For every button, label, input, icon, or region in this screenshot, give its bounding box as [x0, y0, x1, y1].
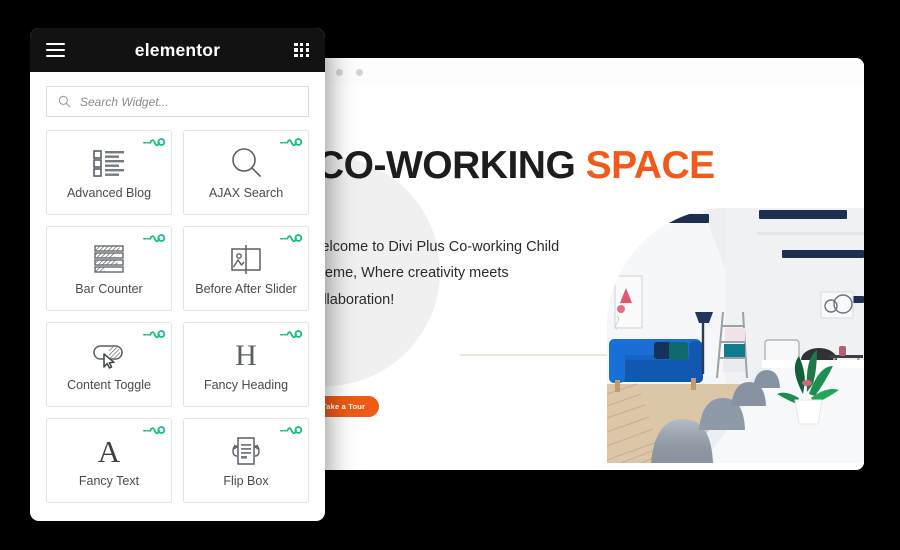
- browser-title-bar: [300, 58, 864, 86]
- svg-text:H: H: [235, 340, 257, 370]
- browser-preview-window: CO-WORKING SPACE Welcome to Divi Plus Co…: [300, 58, 864, 470]
- widget-card-advanced-blog[interactable]: Advanced Blog: [46, 130, 172, 215]
- image-compare-icon: [230, 242, 262, 274]
- widget-card-flip-box[interactable]: Flip Box: [183, 418, 309, 503]
- widget-label: Bar Counter: [75, 281, 143, 296]
- widget-label: Flip Box: [223, 473, 269, 488]
- letter-h-icon: H: [231, 338, 261, 370]
- grid-cell: [294, 42, 298, 47]
- search-section: [30, 72, 325, 123]
- svg-text:A: A: [98, 436, 121, 466]
- window-dot-maximize[interactable]: [356, 69, 363, 76]
- widget-label: AJAX Search: [208, 185, 284, 200]
- grid-cell: [300, 53, 304, 58]
- widget-card-bar-counter[interactable]: Bar Counter: [46, 226, 172, 311]
- elementor-widget-panel: elementor Search Widget... Advanced Blog…: [30, 28, 325, 521]
- office-photo: [607, 208, 864, 463]
- widget-label: Fancy Text: [78, 473, 140, 488]
- toggle-cursor-icon: [92, 338, 126, 370]
- window-dot-minimize[interactable]: [336, 69, 343, 76]
- hero-title-main: CO-WORKING: [316, 144, 576, 187]
- hamburger-line: [46, 43, 65, 46]
- letter-a-icon: A: [94, 434, 124, 466]
- widget-card-content-toggle[interactable]: Content Toggle: [46, 322, 172, 407]
- hamburger-icon[interactable]: [46, 40, 65, 61]
- grid-cell: [305, 53, 309, 58]
- elementor-logo-text: elementor: [134, 39, 221, 60]
- office-photo-illustration: [607, 208, 864, 463]
- pro-squiggle-badge: [143, 426, 165, 435]
- widget-card-before-after-slider[interactable]: Before After Slider: [183, 226, 309, 311]
- widget-label: Fancy Heading: [203, 377, 289, 392]
- panel-header: elementor: [30, 28, 325, 72]
- grid-cell: [305, 42, 309, 47]
- grid-cell: [294, 53, 298, 58]
- search-icon: [58, 95, 71, 108]
- widget-card-ajax-search[interactable]: AJAX Search: [183, 130, 309, 215]
- bar-counter-icon: [93, 242, 125, 274]
- widget-card-fancy-heading[interactable]: H Fancy Heading: [183, 322, 309, 407]
- grid-cell: [305, 48, 309, 52]
- screenshot-root: CO-WORKING SPACE Welcome to Divi Plus Co…: [0, 0, 900, 550]
- widget-card-fancy-text[interactable]: A Fancy Text: [46, 418, 172, 503]
- hamburger-line: [46, 48, 65, 52]
- hero-body-text: Welcome to Divi Plus Co-working Child Th…: [308, 239, 560, 308]
- pro-squiggle-badge: [280, 234, 302, 243]
- widget-label: Advanced Blog: [66, 185, 152, 200]
- pro-squiggle-badge: [280, 330, 302, 339]
- pro-squiggle-badge: [143, 330, 165, 339]
- grid-cell: [294, 48, 298, 52]
- widget-label: Content Toggle: [67, 377, 151, 392]
- search-input[interactable]: [80, 94, 297, 109]
- hero-title-accent: SPACE: [585, 144, 715, 187]
- magnifier-icon: [230, 146, 262, 178]
- pro-squiggle-badge: [280, 138, 302, 147]
- pro-squiggle-badge: [143, 138, 165, 147]
- widget-grid: Advanced Blog AJAX Search Bar Counter Be…: [30, 123, 325, 519]
- grid-apps-icon[interactable]: [294, 42, 309, 58]
- list-blog-icon: [92, 146, 126, 178]
- pro-squiggle-badge: [143, 234, 165, 243]
- grid-cell: [300, 42, 304, 47]
- hamburger-line: [46, 54, 65, 57]
- pro-squiggle-badge: [280, 426, 302, 435]
- hero-title: CO-WORKING SPACE: [316, 144, 715, 188]
- grid-cell: [300, 48, 304, 52]
- flip-card-icon: [229, 434, 263, 466]
- widget-label: Before After Slider: [195, 281, 297, 296]
- hero-section: CO-WORKING SPACE Welcome to Divi Plus Co…: [300, 86, 864, 470]
- search-widget-box[interactable]: [46, 86, 309, 117]
